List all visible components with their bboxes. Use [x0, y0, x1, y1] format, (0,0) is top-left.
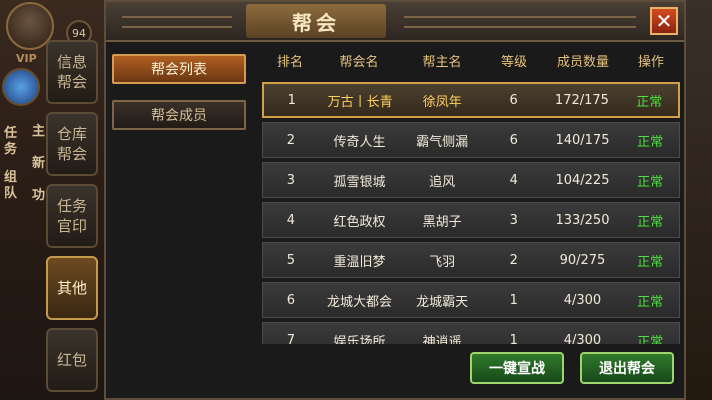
- cell-guild: 重温旧梦: [333, 254, 386, 270]
- cell-members: 140/175: [555, 132, 610, 148]
- table-row[interactable]: 3 孤雪银城 追风 4 104/225 正常: [262, 162, 680, 198]
- cell-guild: 红色政权: [333, 214, 386, 230]
- skill-orb-icon[interactable]: [2, 68, 40, 106]
- title-bar: 帮会 ✕: [106, 2, 684, 42]
- table-row[interactable]: 7 娱乐场所 神逍遥 1 4/300 正常: [262, 322, 680, 344]
- cell-level: 6: [509, 92, 518, 108]
- cell-level: 2: [509, 252, 518, 268]
- cell-members: 104/225: [555, 172, 610, 188]
- guild-table: 排名 帮会名 帮主名 等级 成员数量 操作 1 万古丨长青 徐凤年 6 172/…: [262, 46, 680, 346]
- cell-guild: 娱乐场所: [333, 334, 386, 345]
- cell-members: 90/275: [559, 252, 606, 268]
- header-rank: 排名: [276, 54, 303, 70]
- cell-leader: 追风: [429, 174, 456, 190]
- cell-guild: 传奇人生: [333, 134, 386, 150]
- cell-status: 正常: [637, 334, 664, 345]
- table-row[interactable]: 6 龙城大都会 龙城霸天 1 4/300 正常: [262, 282, 680, 318]
- header-guild: 帮会名: [339, 54, 379, 70]
- table-row[interactable]: 4 红色政权 黑胡子 3 133/250 正常: [262, 202, 680, 238]
- cell-members: 4/300: [563, 292, 602, 308]
- cell-guild: 龙城大都会: [327, 294, 393, 310]
- title-ornament-left: [122, 16, 232, 28]
- cell-level: 1: [509, 332, 518, 345]
- header-members: 成员数量: [556, 54, 609, 70]
- panel-title: 帮会: [246, 4, 386, 38]
- cell-rank: 2: [286, 132, 295, 148]
- guild-subnav: 帮会列表 帮会成员: [112, 54, 248, 146]
- mini-tab-task[interactable]: 任务: [4, 126, 18, 158]
- sidebar-tab-label: 其他: [56, 279, 87, 297]
- cell-guild: 孤雪银城: [333, 174, 386, 190]
- table-row[interactable]: 2 传奇人生 霸气侧漏 6 140/175 正常: [262, 122, 680, 158]
- mini-tab-new[interactable]: 新: [32, 156, 45, 172]
- action-buttons: 一键宣战 退出帮会: [470, 352, 674, 384]
- sidebar-tab-storage[interactable]: 仓库帮会: [46, 112, 98, 176]
- leave-guild-button[interactable]: 退出帮会: [580, 352, 674, 384]
- subnav-guild-list[interactable]: 帮会列表: [112, 54, 246, 84]
- cell-guild: 万古丨长青: [327, 94, 393, 110]
- table-scroll-area[interactable]: 1 万古丨长青 徐凤年 6 172/175 正常 2 传奇人生 霸气侧漏 6 1…: [262, 78, 680, 344]
- right-hud-background: [682, 0, 712, 400]
- cell-leader: 徐凤年: [422, 94, 462, 110]
- mini-tab-function[interactable]: 功: [32, 188, 45, 204]
- cell-level: 6: [509, 132, 518, 148]
- declare-war-button[interactable]: 一键宣战: [470, 352, 564, 384]
- cell-status: 正常: [637, 174, 664, 190]
- cell-rank: 6: [286, 292, 295, 308]
- cell-members: 133/250: [555, 212, 610, 228]
- table-row[interactable]: 5 重温旧梦 飞羽 2 90/275 正常: [262, 242, 680, 278]
- cell-level: 4: [509, 172, 518, 188]
- cell-leader: 龙城霸天: [416, 294, 469, 310]
- subnav-guild-members[interactable]: 帮会成员: [112, 100, 246, 130]
- header-leader: 帮主名: [422, 54, 462, 70]
- cell-status: 正常: [637, 294, 664, 310]
- guild-panel: 帮会 ✕ 帮会列表 帮会成员 排名 帮会名 帮主名 等级 成员数量 操作 1 万…: [104, 0, 686, 400]
- cell-rank: 3: [286, 172, 295, 188]
- cell-rank: 5: [286, 252, 295, 268]
- cell-status: 正常: [637, 214, 664, 230]
- sidebar-tab-label: 红包: [56, 351, 87, 369]
- sidebar-tab-task[interactable]: 任务官印: [46, 184, 98, 248]
- vip-badge: VIP: [16, 52, 37, 65]
- mini-tab-team[interactable]: 组队: [4, 170, 18, 202]
- cell-leader: 神逍遥: [422, 334, 462, 345]
- cell-level: 3: [509, 212, 518, 228]
- cell-rank: 1: [287, 92, 296, 108]
- title-ornament-right: [404, 16, 636, 28]
- cell-rank: 4: [286, 212, 295, 228]
- mini-tab-main[interactable]: 主: [32, 124, 45, 140]
- cell-status: 正常: [636, 94, 663, 110]
- sidebar-tab-label: 信息帮会: [56, 53, 87, 91]
- cell-leader: 霸气侧漏: [416, 134, 469, 150]
- cell-status: 正常: [637, 134, 664, 150]
- cell-members: 4/300: [563, 332, 602, 345]
- cell-level: 1: [509, 292, 518, 308]
- sidebar-tab-info[interactable]: 信息帮会: [46, 40, 98, 104]
- header-action: 操作: [637, 54, 664, 70]
- cell-rank: 7: [286, 332, 295, 345]
- cell-leader: 黑胡子: [422, 214, 462, 230]
- table-header: 排名 帮会名 帮主名 等级 成员数量 操作: [262, 46, 680, 74]
- sidebar-tab-label: 仓库帮会: [56, 125, 87, 163]
- cell-leader: 飞羽: [429, 254, 456, 270]
- sidebar-tab-label: 任务官印: [56, 197, 87, 235]
- cell-status: 正常: [637, 254, 664, 270]
- header-level: 等级: [500, 54, 527, 70]
- table-row[interactable]: 1 万古丨长青 徐凤年 6 172/175 正常: [262, 82, 680, 118]
- sidebar-tab-other[interactable]: 其他: [46, 256, 98, 320]
- sidebar-tab-redpacket[interactable]: 红包: [46, 328, 98, 392]
- cell-members: 172/175: [554, 92, 609, 108]
- close-button[interactable]: ✕: [650, 7, 678, 35]
